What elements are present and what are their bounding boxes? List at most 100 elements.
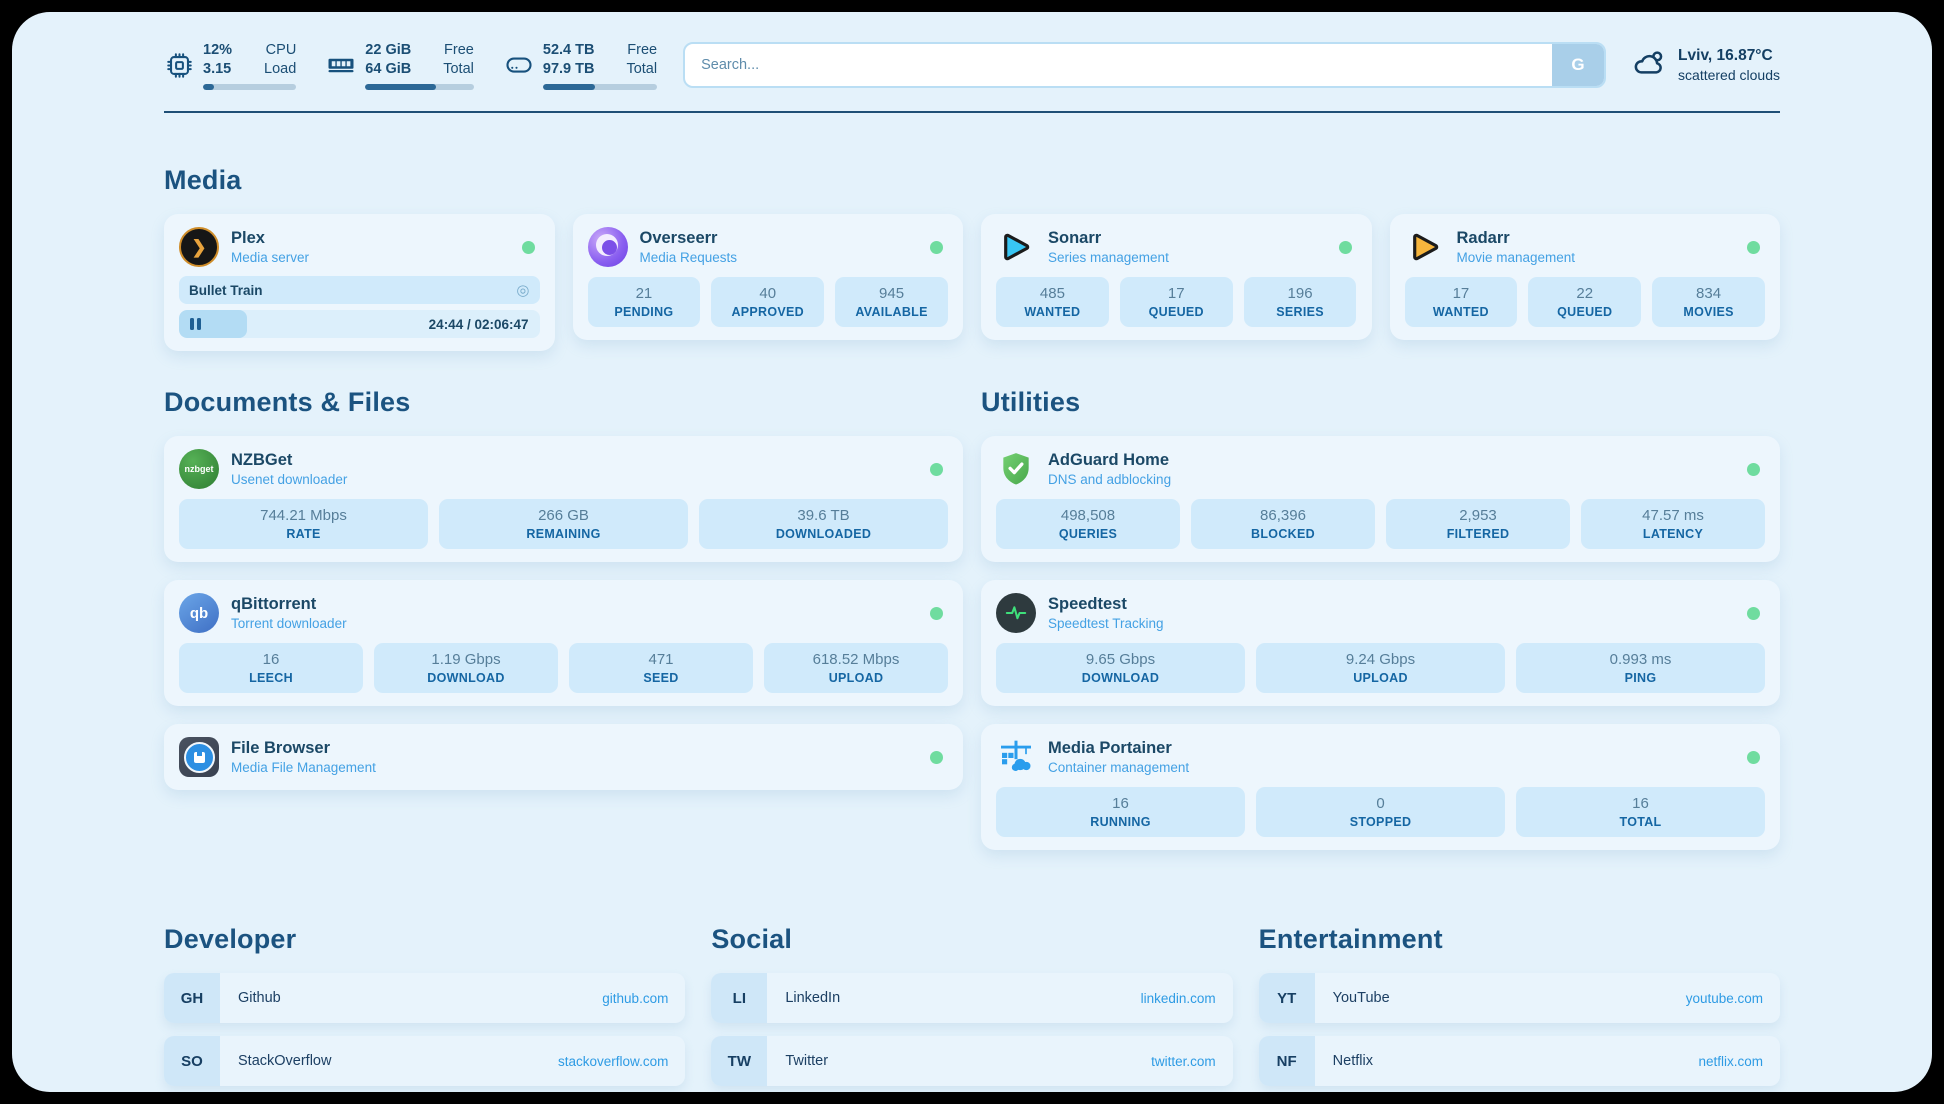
app-subtitle: Media File Management — [231, 759, 918, 776]
status-dot — [522, 241, 535, 254]
app-title: File Browser — [231, 738, 918, 758]
ram-icon — [326, 50, 356, 80]
app-subtitle: Usenet downloader — [231, 471, 918, 488]
stat-pill: 9.24 Gbps UPLOAD — [1256, 643, 1505, 693]
app-card-speedtest[interactable]: Speedtest Speedtest Tracking 9.65 Gbps D… — [981, 580, 1780, 706]
link-tile-github[interactable]: GH Github github.com — [164, 973, 685, 1023]
status-dot — [1747, 607, 1760, 620]
playback-progress-bar: 24:44 / 02:06:47 — [179, 310, 540, 338]
stat-pill: 2,953 FILTERED — [1386, 499, 1570, 549]
radarr-icon — [1405, 227, 1445, 267]
link-tile-linkedin[interactable]: LI LinkedIn linkedin.com — [711, 973, 1232, 1023]
cpu-icon — [164, 50, 194, 80]
system-stats: 12% CPU 3.15 Load — [164, 41, 657, 90]
stat-pill: 266 GB REMAINING — [439, 499, 688, 549]
weather-location-temp: Lviv, 16.87°C — [1678, 46, 1780, 66]
link-name: Netflix — [1315, 1036, 1699, 1086]
stat-pill: 17 WANTED — [1405, 277, 1518, 327]
status-dot — [930, 463, 943, 476]
nzbget-icon: nzbget — [179, 449, 219, 489]
stat-pill: 40 APPROVED — [711, 277, 824, 327]
stat-pill: 21 PENDING — [588, 277, 701, 327]
link-url: twitter.com — [1151, 1036, 1233, 1086]
stat-pill: 498,508 QUERIES — [996, 499, 1180, 549]
filebrowser-icon — [179, 737, 219, 777]
app-title: Plex — [231, 228, 510, 248]
section-title-media: Media — [164, 165, 1780, 196]
speedtest-icon — [996, 593, 1036, 633]
app-card-sonarr[interactable]: Sonarr Series management 485 WANTED 17 Q… — [981, 214, 1372, 340]
app-card-radarr[interactable]: Radarr Movie management 17 WANTED 22 QUE… — [1390, 214, 1781, 340]
entertainment-column: Entertainment YT YouTube youtube.com NF … — [1259, 924, 1780, 1092]
utilities-column: Utilities — [981, 387, 1780, 868]
dashboard-page: 12% CPU 3.15 Load — [12, 12, 1932, 1092]
weather-condition: scattered clouds — [1678, 66, 1780, 84]
status-dot — [930, 607, 943, 620]
pause-icon — [190, 318, 201, 330]
status-dot — [1747, 751, 1760, 764]
link-name: Twitter — [767, 1036, 1151, 1086]
ram-total-label: Total — [443, 60, 474, 79]
stat-pill: 196 SERIES — [1244, 277, 1357, 327]
linkedin-badge: LI — [711, 973, 767, 1023]
app-card-adguard[interactable]: AdGuard Home DNS and adblocking 498,508 … — [981, 436, 1780, 562]
app-subtitle: Media server — [231, 249, 510, 266]
app-subtitle: Speedtest Tracking — [1048, 615, 1735, 632]
link-name: StackOverflow — [220, 1036, 558, 1086]
app-subtitle: Movie management — [1457, 249, 1736, 266]
stat-pill: 0.993 ms PING — [1516, 643, 1765, 693]
cpu-load-value: 3.15 — [203, 60, 232, 79]
search-input[interactable] — [685, 44, 1552, 86]
stat-pill: 39.6 TB DOWNLOADED — [699, 499, 948, 549]
cpu-progress-bar — [203, 84, 296, 90]
stat-pill: 47.57 ms LATENCY — [1581, 499, 1765, 549]
link-name: Github — [220, 973, 602, 1023]
github-badge: GH — [164, 973, 220, 1023]
now-playing-title: Bullet Train — [189, 283, 263, 298]
social-column: Social LI LinkedIn linkedin.com TW Twitt… — [711, 924, 1232, 1092]
ram-stat-body: 22 GiB Free 64 GiB Total — [365, 41, 474, 90]
app-card-nzbget[interactable]: nzbget NZBGet Usenet downloader 744.21 M… — [164, 436, 963, 562]
disk-free-label: Free — [626, 41, 657, 60]
link-tile-twitter[interactable]: TW Twitter twitter.com — [711, 1036, 1232, 1086]
cpu-usage-label: CPU — [264, 41, 296, 60]
disk-progress-bar — [543, 84, 657, 90]
app-title: Radarr — [1457, 228, 1736, 248]
now-playing-row: Bullet Train ◎ — [179, 276, 540, 304]
app-subtitle: Media Requests — [640, 249, 919, 266]
netflix-badge: NF — [1259, 1036, 1315, 1086]
documents-column: Documents & Files nzbget NZBGet Usenet d… — [164, 387, 963, 808]
google-search-button[interactable]: G — [1552, 44, 1604, 86]
app-subtitle: Series management — [1048, 249, 1327, 266]
link-name: YouTube — [1315, 973, 1686, 1023]
ram-free-value: 22 GiB — [365, 41, 411, 60]
ram-free-label: Free — [443, 41, 474, 60]
disk-icon — [504, 50, 534, 80]
app-card-qbittorrent[interactable]: qb qBittorrent Torrent downloader 16 LEE… — [164, 580, 963, 706]
app-card-plex[interactable]: ❯ Plex Media server Bullet Train ◎ 24:44… — [164, 214, 555, 351]
app-card-portainer[interactable]: Media Portainer Container management 16 … — [981, 724, 1780, 850]
link-tile-stackoverflow[interactable]: SO StackOverflow stackoverflow.com — [164, 1036, 685, 1086]
stat-pill: 9.65 Gbps DOWNLOAD — [996, 643, 1245, 693]
header-divider — [164, 111, 1780, 113]
link-tile-netflix[interactable]: NF Netflix netflix.com — [1259, 1036, 1780, 1086]
developer-column: Developer GH Github github.com SO StackO… — [164, 924, 685, 1092]
app-card-filebrowser[interactable]: File Browser Media File Management — [164, 724, 963, 790]
section-title-utilities: Utilities — [981, 387, 1780, 418]
stat-pill: 16 LEECH — [179, 643, 363, 693]
search-bar: G — [683, 42, 1606, 88]
link-tile-youtube[interactable]: YT YouTube youtube.com — [1259, 973, 1780, 1023]
app-title: Sonarr — [1048, 228, 1327, 248]
app-title: NZBGet — [231, 450, 918, 470]
twitter-badge: TW — [711, 1036, 767, 1086]
link-url: github.com — [602, 973, 685, 1023]
app-title: Speedtest — [1048, 594, 1735, 614]
app-card-overseerr[interactable]: Overseerr Media Requests 21 PENDING 40 A… — [573, 214, 964, 340]
adguard-icon — [996, 449, 1036, 489]
status-dot — [1747, 241, 1760, 254]
cpu-stat-body: 12% CPU 3.15 Load — [203, 41, 296, 90]
disk-total-value: 97.9 TB — [543, 60, 595, 79]
ram-total-value: 64 GiB — [365, 60, 411, 79]
ram-progress-bar — [365, 84, 474, 90]
stat-pill: 17 QUEUED — [1120, 277, 1233, 327]
